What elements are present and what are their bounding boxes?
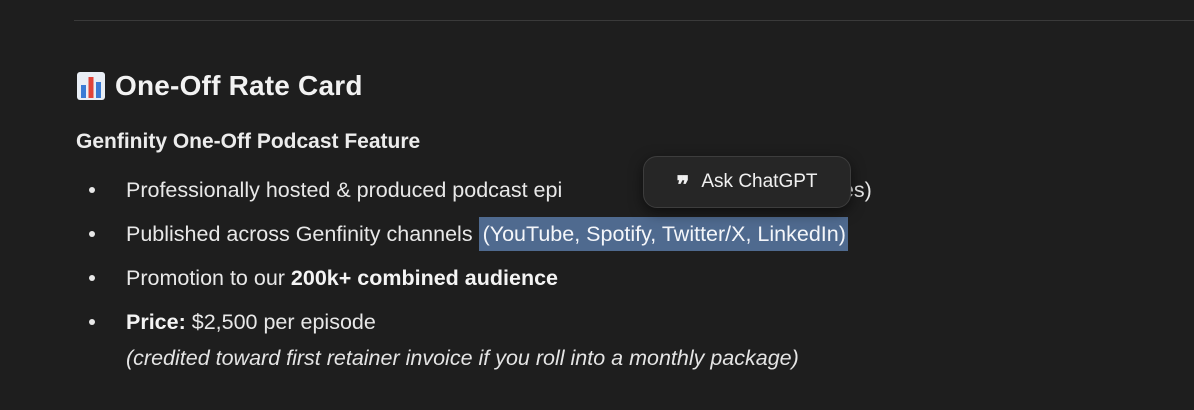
rate-card-heading: One-Off Rate Card: [76, 70, 363, 102]
price-label: Price:: [126, 310, 186, 334]
bullet-dot: [89, 231, 95, 237]
bullet-text: Published across Genfinity channels: [126, 222, 479, 246]
quote-icon: ❞: [676, 170, 690, 199]
selected-text[interactable]: (YouTube, Spotify, Twitter/X, LinkedIn): [478, 217, 848, 251]
ask-chatgpt-button[interactable]: ❞ Ask ChatGPT: [643, 156, 851, 208]
bullet-text: Promotion to our: [126, 266, 291, 290]
bullet-text: Professionally hosted & produced podcast…: [126, 178, 563, 202]
list-item: Price: $2,500 per episode: [76, 300, 848, 344]
page-title: One-Off Rate Card: [115, 70, 363, 101]
price-value: $2,500 per episode: [185, 310, 376, 334]
bullet-dot: [89, 187, 95, 193]
price-note: (credited toward first retainer invoice …: [126, 346, 799, 370]
bullet-bold-text: 200k+ combined audience: [290, 266, 558, 290]
ask-chatgpt-label: Ask ChatGPT: [701, 171, 818, 192]
list-item: Published across Genfinity channels (You…: [76, 212, 848, 256]
bullet-dot: [89, 275, 95, 281]
bar-chart-icon: [77, 72, 105, 100]
top-divider: [74, 20, 1194, 21]
bullet-dot: [89, 319, 95, 325]
list-item: Promotion to our 200k+ combined audience: [76, 256, 848, 300]
section-subheading: Genfinity One-Off Podcast Feature: [76, 130, 421, 153]
